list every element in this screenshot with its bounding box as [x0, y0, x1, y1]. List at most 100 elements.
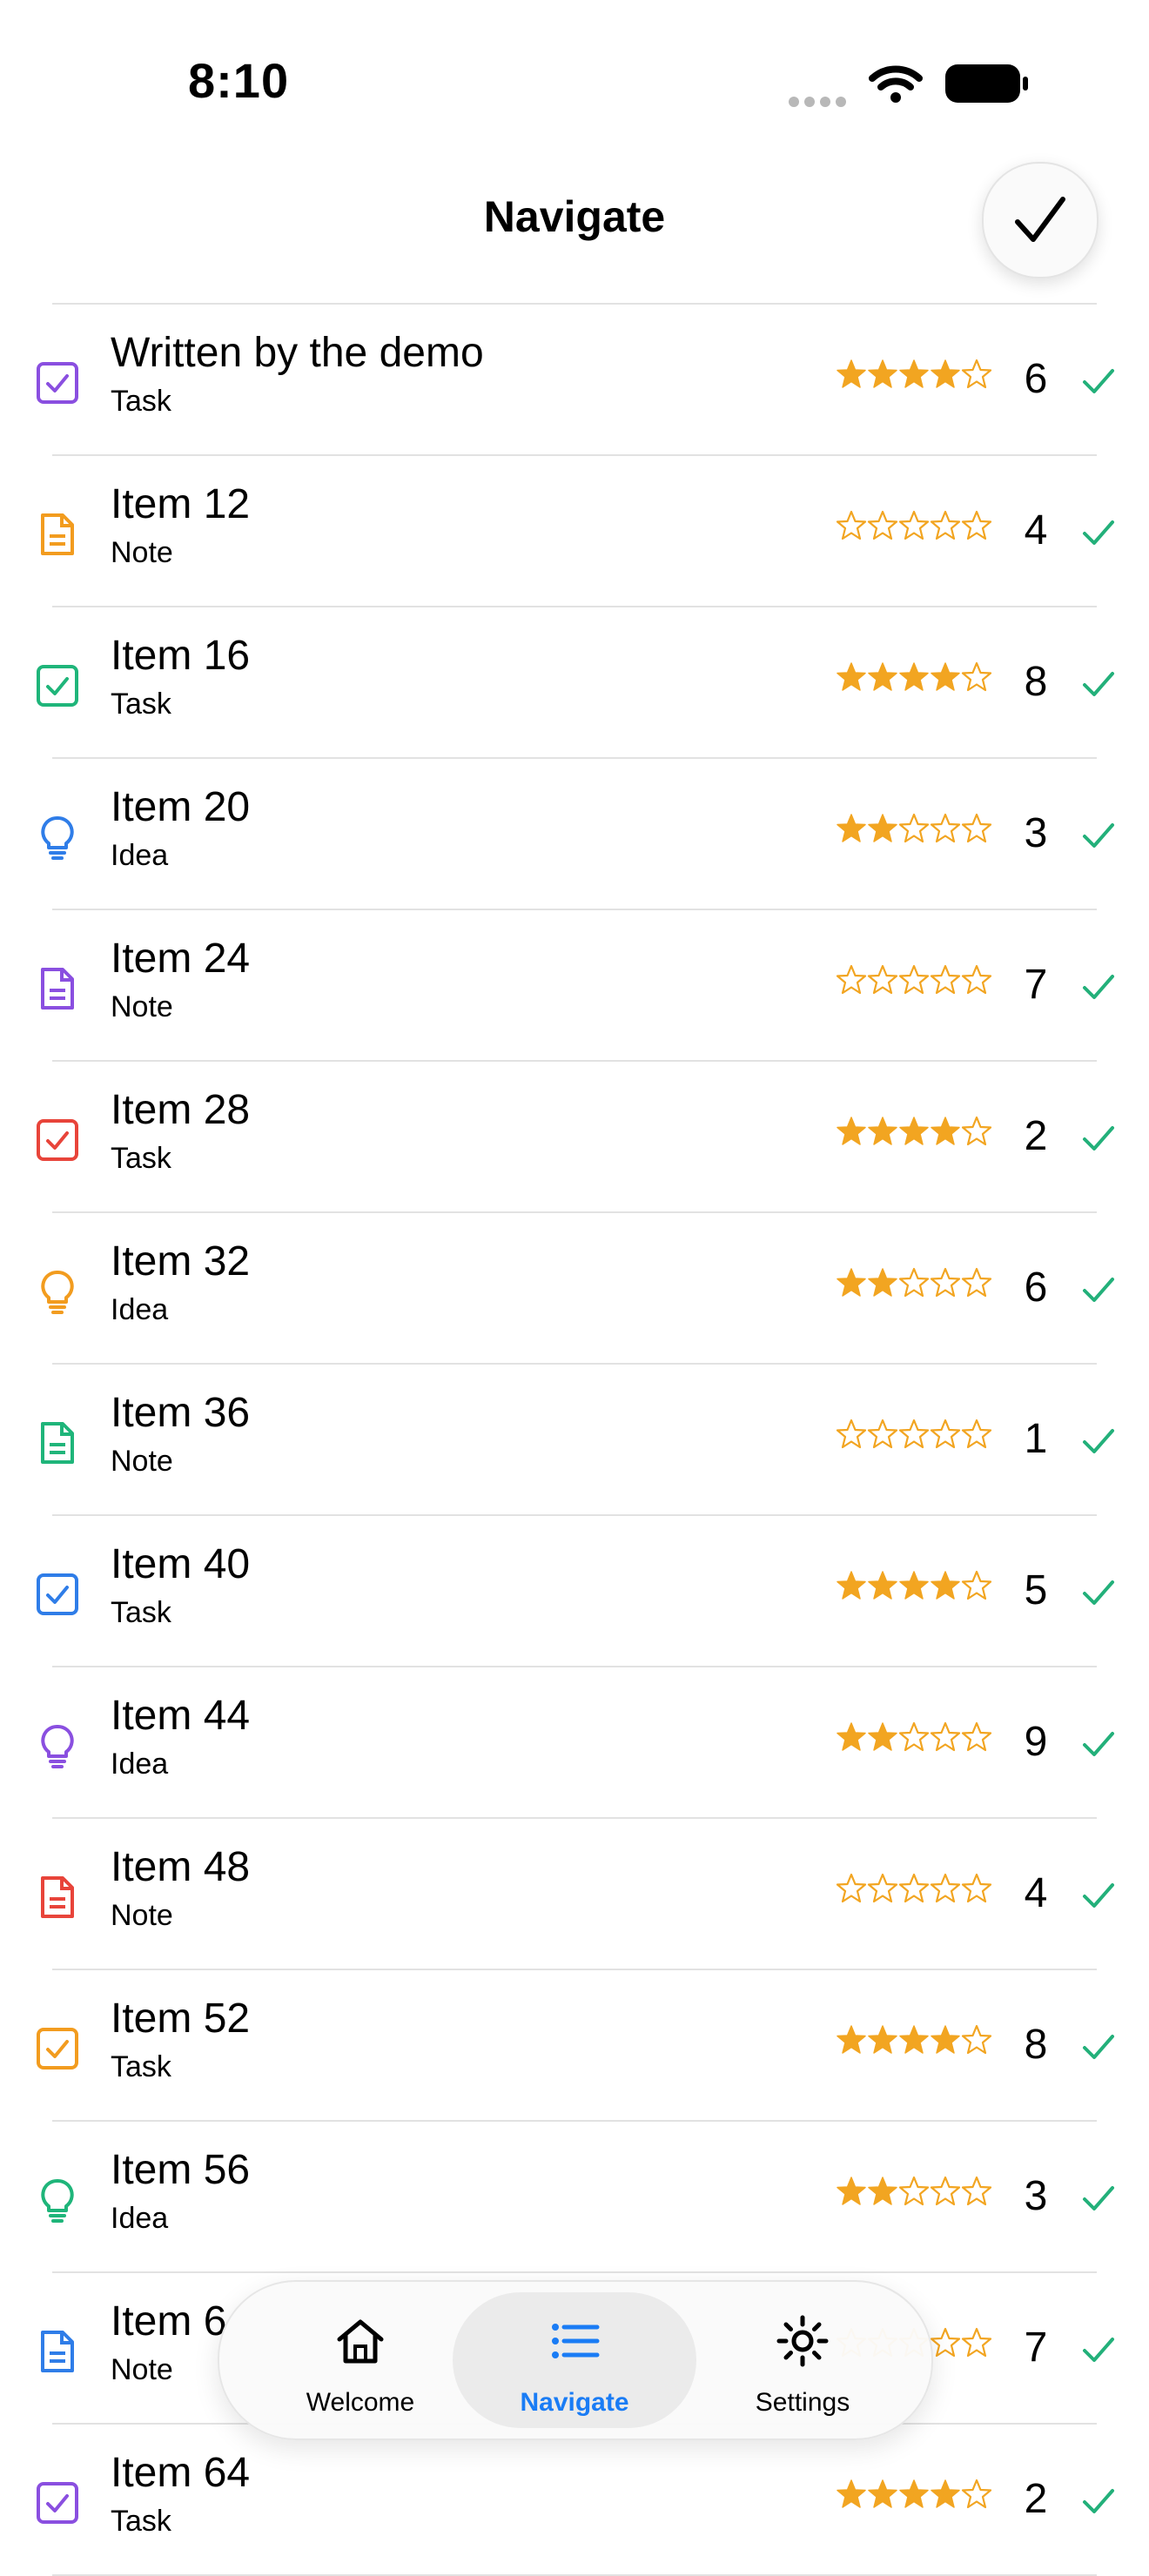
star-empty-icon	[930, 1419, 961, 1449]
item-count: 1	[1024, 1416, 1048, 1462]
list-item[interactable]: Item 28 Task 2	[0, 1062, 1149, 1211]
checkmark-icon	[1083, 369, 1114, 393]
item-list: Written by the demo Task 6 Item 12 Note …	[0, 303, 1149, 2576]
item-title: Item 36	[111, 1390, 251, 1436]
rating-stars	[836, 359, 992, 400]
done-button[interactable]	[982, 162, 1099, 278]
star-filled-icon	[837, 2479, 866, 2508]
star-empty-icon	[961, 2176, 992, 2206]
star-filled-icon	[837, 2025, 866, 2054]
star-empty-icon	[961, 661, 992, 692]
star-filled-icon	[868, 1722, 897, 1751]
item-count: 3	[1024, 810, 1048, 856]
list-item[interactable]: Item 48 Note 4	[0, 1819, 1149, 1969]
checkbox-icon	[35, 1117, 80, 1163]
list-item[interactable]: Item 56 Idea 3	[0, 2122, 1149, 2271]
star-filled-icon	[931, 662, 960, 691]
checkmark-icon	[1083, 2035, 1114, 2059]
item-title: Item 56	[111, 2147, 251, 2193]
list-icon	[548, 2315, 601, 2367]
list-item[interactable]: Item 24 Note 7	[0, 910, 1149, 1060]
checkbox-icon	[35, 2026, 80, 2071]
item-title: Item 44	[111, 1693, 251, 1739]
item-type: Task	[111, 2505, 171, 2538]
star-filled-icon	[931, 2479, 960, 2508]
star-filled-icon	[837, 814, 866, 842]
checkbox-icon	[35, 360, 80, 406]
star-empty-icon	[930, 1721, 961, 1752]
star-empty-icon	[836, 964, 867, 995]
item-count: 6	[1024, 356, 1048, 402]
document-icon	[35, 1875, 80, 1920]
item-count: 6	[1024, 1265, 1048, 1311]
list-item[interactable]: Item 12 Note 4	[0, 456, 1149, 606]
star-empty-icon	[898, 964, 930, 995]
cellular-signal-icon	[789, 96, 851, 111]
item-title: Item 48	[111, 1844, 251, 1890]
star-filled-icon	[837, 359, 866, 388]
star-empty-icon	[867, 1873, 898, 1903]
star-filled-icon	[837, 1117, 866, 1145]
list-item[interactable]: Written by the demo Task 6	[0, 305, 1149, 454]
lightbulb-icon	[35, 1723, 80, 1768]
wifi-icon	[869, 65, 923, 103]
star-empty-icon	[867, 510, 898, 540]
star-filled-icon	[868, 359, 897, 388]
checkmark-icon	[1083, 672, 1114, 696]
checkmark-icon	[1083, 1732, 1114, 1756]
document-icon	[35, 2329, 80, 2374]
tab-label: Navigate	[520, 2388, 629, 2417]
checkbox-icon	[35, 663, 80, 708]
checkmark-icon	[1083, 1278, 1114, 1302]
status-bar: 8:10	[0, 0, 1149, 148]
rating-stars	[836, 1721, 992, 1763]
rating-stars	[836, 2024, 992, 2066]
list-item[interactable]: Item 64 Task 2	[0, 2425, 1149, 2574]
list-item[interactable]: Item 32 Idea 6	[0, 1213, 1149, 1363]
list-item[interactable]: Item 20 Idea 3	[0, 759, 1149, 909]
star-empty-icon	[961, 2024, 992, 2055]
checkmark-icon	[1083, 1883, 1114, 1908]
star-filled-icon	[899, 359, 929, 388]
item-title: Item 40	[111, 1541, 251, 1587]
item-type: Note	[111, 1899, 173, 1932]
status-time: 8:10	[188, 53, 290, 108]
checkmark-icon	[1083, 1126, 1114, 1150]
lightbulb-icon	[35, 815, 80, 860]
tab-settings[interactable]: Settings	[681, 2292, 924, 2428]
item-type: Task	[111, 2050, 171, 2083]
rating-stars	[836, 1116, 992, 1157]
star-empty-icon	[930, 1267, 961, 1298]
item-count: 2	[1024, 1113, 1048, 1159]
star-empty-icon	[867, 1419, 898, 1449]
sun-icon	[776, 2315, 829, 2367]
list-item[interactable]: Item 44 Idea 9	[0, 1667, 1149, 1817]
star-empty-icon	[961, 1116, 992, 1146]
tab-navigate[interactable]: Navigate	[453, 2292, 696, 2428]
star-empty-icon	[867, 964, 898, 995]
item-type: Note	[111, 536, 173, 569]
star-filled-icon	[868, 2177, 897, 2205]
item-count: 8	[1024, 659, 1048, 705]
star-empty-icon	[836, 510, 867, 540]
list-item[interactable]: Item 16 Task 8	[0, 607, 1149, 757]
tab-label: Welcome	[306, 2388, 415, 2417]
list-item[interactable]: Item 40 Task 5	[0, 1516, 1149, 1666]
document-icon	[35, 1420, 80, 1466]
star-filled-icon	[899, 1571, 929, 1600]
star-filled-icon	[868, 1117, 897, 1145]
battery-icon	[945, 64, 1028, 103]
list-item[interactable]: Item 36 Note 1	[0, 1365, 1149, 1514]
rating-stars	[836, 1873, 992, 1915]
star-filled-icon	[931, 1117, 960, 1145]
item-title: Item 16	[111, 633, 251, 679]
item-title: Item 32	[111, 1238, 251, 1285]
tab-welcome[interactable]: Welcome	[239, 2292, 482, 2428]
list-item[interactable]: Item 52 Task 8	[0, 1970, 1149, 2120]
star-empty-icon	[961, 2327, 992, 2358]
item-title: Item 52	[111, 1996, 251, 2042]
star-empty-icon	[961, 1721, 992, 1752]
item-count: 7	[1024, 2324, 1048, 2371]
checkmark-icon	[1083, 2186, 1114, 2210]
checkmark-icon	[1083, 1429, 1114, 1453]
